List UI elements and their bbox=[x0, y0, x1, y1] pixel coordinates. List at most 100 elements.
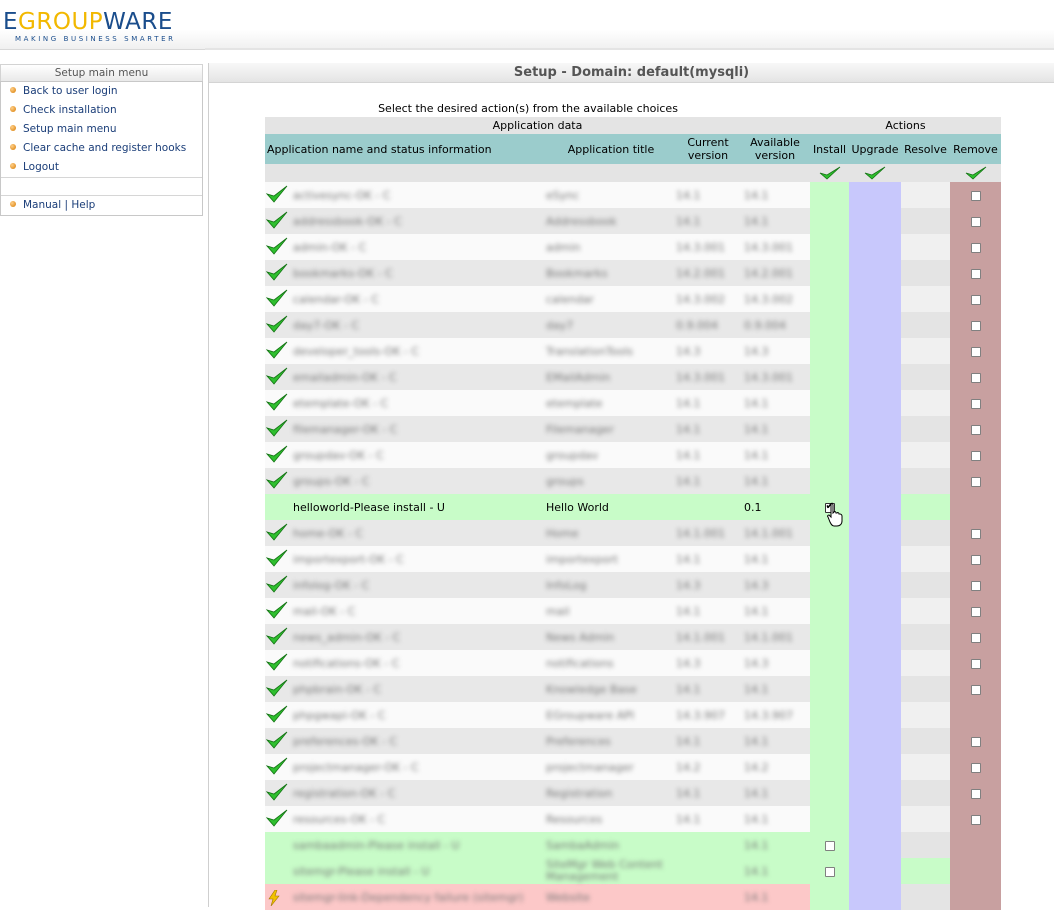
sidebar-item-setup-main-menu[interactable]: Setup main menu bbox=[1, 120, 202, 139]
app-title-cell: InfoLog bbox=[546, 572, 676, 598]
resolve-cell bbox=[901, 702, 950, 728]
app-title: Registration bbox=[546, 786, 613, 800]
remove-checkbox[interactable] bbox=[970, 554, 981, 565]
logo-part2: GROUP bbox=[18, 9, 104, 35]
remove-checkbox[interactable] bbox=[970, 216, 981, 227]
logo-tagline: MAKING BUSINESS SMARTER bbox=[15, 35, 176, 43]
remove-checkbox[interactable] bbox=[970, 346, 981, 357]
table-row: groupdav-OK - C groupdav 14.1 14.1 bbox=[265, 442, 1001, 468]
current-version-cell: 14.1 bbox=[676, 546, 740, 572]
remove-checkbox[interactable] bbox=[970, 476, 981, 487]
available-version-cell: 14.3.001 bbox=[740, 364, 810, 390]
remove-checkbox[interactable] bbox=[970, 268, 981, 279]
green-check-icon bbox=[265, 731, 288, 752]
app-title-cell: Knowledge Base bbox=[546, 676, 676, 702]
sidebar-item-label[interactable]: Setup main menu bbox=[23, 123, 116, 135]
app-title: notifications bbox=[546, 656, 614, 670]
table-row: notifications-OK - C notifications 14.3 14.… bbox=[265, 650, 1001, 676]
available-version-cell: 14.1 bbox=[740, 416, 810, 442]
remove-checkbox[interactable] bbox=[970, 320, 981, 331]
remove-checkbox[interactable] bbox=[970, 606, 981, 617]
help-link[interactable]: Help bbox=[71, 199, 95, 211]
bullet-icon bbox=[10, 144, 16, 150]
app-name: notifications-OK - C bbox=[293, 656, 400, 670]
available-version: 14.1 bbox=[744, 474, 769, 488]
remove-checkbox[interactable] bbox=[970, 294, 981, 305]
upgrade-cell bbox=[849, 260, 901, 286]
app-name-cell: admin-OK - C bbox=[265, 234, 546, 260]
table-row: etemplate-OK - C etemplate 14.1 14.1 bbox=[265, 390, 1001, 416]
remove-cell bbox=[950, 832, 1001, 858]
remove-checkbox[interactable] bbox=[970, 814, 981, 825]
upgrade-cell bbox=[849, 832, 901, 858]
current-version-cell: 14.1 bbox=[676, 728, 740, 754]
upgrade-cell bbox=[849, 286, 901, 312]
remove-cell bbox=[950, 728, 1001, 754]
green-check-icon bbox=[265, 341, 288, 362]
check-all-install-icon[interactable] bbox=[810, 164, 849, 182]
remove-checkbox[interactable] bbox=[970, 424, 981, 435]
remove-cell bbox=[950, 546, 1001, 572]
resolve-cell bbox=[901, 728, 950, 754]
upgrade-cell bbox=[849, 754, 901, 780]
remove-checkbox[interactable] bbox=[970, 528, 981, 539]
sidebar-item-back-to-login[interactable]: Back to user login bbox=[1, 82, 202, 101]
app-name-cell: infolog-OK - C bbox=[265, 572, 546, 598]
remove-checkbox[interactable] bbox=[970, 372, 981, 383]
check-all-upgrade-icon[interactable] bbox=[849, 164, 901, 182]
app-title: eSync bbox=[546, 188, 580, 202]
green-check-icon bbox=[265, 263, 288, 284]
sidebar-item-clear-cache[interactable]: Clear cache and register hooks bbox=[1, 139, 202, 158]
remove-cell bbox=[950, 754, 1001, 780]
app-title: admin bbox=[546, 240, 581, 254]
remove-cell bbox=[950, 286, 1001, 312]
app-title-cell: News Admin bbox=[546, 624, 676, 650]
app-title: Resources bbox=[546, 812, 603, 826]
remove-checkbox[interactable] bbox=[970, 242, 981, 253]
current-version: 14.3.907 bbox=[676, 708, 725, 722]
sidebar-item-logout[interactable]: Logout bbox=[1, 158, 202, 177]
remove-checkbox[interactable] bbox=[970, 762, 981, 773]
app-title: groupdav bbox=[546, 448, 599, 462]
sidebar: Setup main menu Back to user login Check… bbox=[0, 64, 203, 216]
resolve-cell bbox=[901, 390, 950, 416]
install-checkbox[interactable] bbox=[824, 840, 835, 851]
remove-cell bbox=[950, 572, 1001, 598]
app-title: day7 bbox=[546, 318, 574, 332]
remove-checkbox[interactable] bbox=[970, 788, 981, 799]
check-all-resolve-spacer bbox=[901, 164, 950, 182]
resolve-cell bbox=[901, 624, 950, 650]
remove-checkbox[interactable] bbox=[970, 450, 981, 461]
current-version-cell bbox=[676, 884, 740, 910]
remove-checkbox[interactable] bbox=[970, 398, 981, 409]
upgrade-cell bbox=[849, 312, 901, 338]
install-checkbox[interactable] bbox=[824, 866, 835, 877]
remove-checkbox[interactable] bbox=[970, 736, 981, 747]
sidebar-item-label[interactable]: Back to user login bbox=[23, 85, 118, 97]
check-all-remove-icon[interactable] bbox=[950, 164, 1001, 182]
app-title: Website bbox=[546, 890, 590, 904]
resolve-cell bbox=[901, 442, 950, 468]
hand-cursor-icon bbox=[827, 503, 843, 527]
app-name-cell: day7-OK - C bbox=[265, 312, 546, 338]
current-version: 14.1 bbox=[676, 188, 701, 202]
app-name: developer_tools-OK - C bbox=[293, 344, 419, 358]
remove-checkbox[interactable] bbox=[970, 580, 981, 591]
upgrade-cell bbox=[849, 468, 901, 494]
sidebar-item-label[interactable]: Clear cache and register hooks bbox=[23, 142, 186, 154]
remove-checkbox[interactable] bbox=[970, 190, 981, 201]
available-version: 14.1 bbox=[744, 448, 769, 462]
available-version-cell: 0.1 bbox=[740, 494, 810, 520]
remove-checkbox[interactable] bbox=[970, 684, 981, 695]
sidebar-item-label[interactable]: Logout bbox=[23, 161, 59, 173]
app-name: projectmanager-OK - C bbox=[293, 760, 419, 774]
app-title-cell: day7 bbox=[546, 312, 676, 338]
upgrade-cell bbox=[849, 702, 901, 728]
remove-checkbox[interactable] bbox=[970, 632, 981, 643]
manual-link[interactable]: Manual bbox=[23, 199, 61, 211]
remove-checkbox[interactable] bbox=[970, 658, 981, 669]
available-version: 14.1.001 bbox=[744, 630, 793, 644]
install-cell bbox=[810, 780, 849, 806]
egroupware-logo[interactable]: EGROUPWARE MAKING BUSINESS SMARTER bbox=[3, 10, 176, 43]
header-divider bbox=[205, 48, 1054, 50]
